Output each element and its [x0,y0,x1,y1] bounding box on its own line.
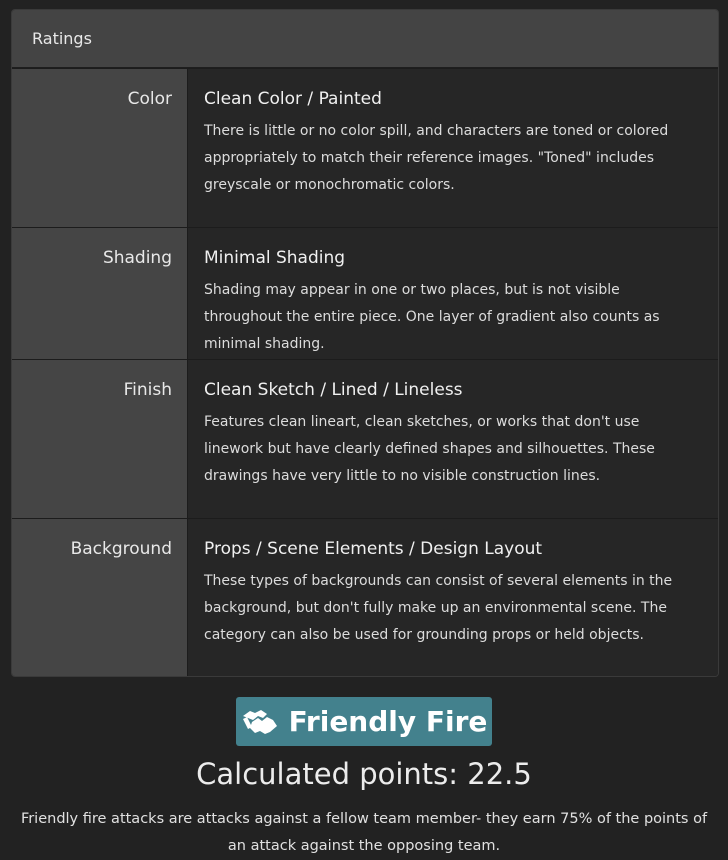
rating-row-color: Color Clean Color / Painted There is lit… [12,68,718,227]
rating-row-background: Background Props / Scene Elements / Desi… [12,518,718,676]
rating-body-color: Clean Color / Painted There is little or… [188,69,718,227]
badge-label: Friendly Fire [288,705,488,738]
attack-type-badge-wrap: Friendly Fire [0,697,728,746]
rating-body-background: Props / Scene Elements / Design Layout T… [188,519,718,676]
friendly-fire-note: Friendly fire attacks are attacks agains… [20,811,708,854]
rating-label-finish: Finish [12,360,188,518]
ratings-header: Ratings [12,10,718,68]
calculated-points: Calculated points: 22.5 [196,757,532,791]
rating-body-finish: Clean Sketch / Lined / Lineless Features… [188,360,718,518]
friendly-fire-badge: Friendly Fire [236,697,492,746]
rating-title-color: Clean Color / Painted [204,89,382,109]
rating-row-shading: Shading Minimal Shading Shading may appe… [12,227,718,359]
rating-description-finish: Features clean lineart, clean sketches, … [204,414,655,484]
rating-title-finish: Clean Sketch / Lined / Lineless [204,380,463,400]
rating-title-background: Props / Scene Elements / Design Layout [204,539,543,559]
rating-label-background: Background [12,519,188,676]
rating-title-shading: Minimal Shading [204,248,346,268]
rating-label-shading: Shading [12,228,188,359]
rating-description-shading: Shading may appear in one or two places,… [204,282,660,352]
rating-body-shading: Minimal Shading Shading may appear in on… [188,228,718,359]
rating-description-color: There is little or no color spill, and c… [204,123,669,193]
ratings-card: Ratings Color Clean Color / Painted Ther… [11,9,719,677]
rating-label-color: Color [12,69,188,227]
rating-row-finish: Finish Clean Sketch / Lined / Lineless F… [12,359,718,518]
rating-description-background: These types of backgrounds can consist o… [204,573,673,643]
handshake-icon [242,709,277,734]
